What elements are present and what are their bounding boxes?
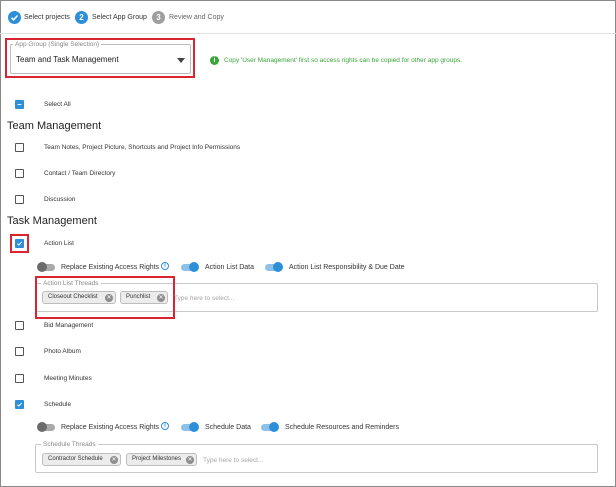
schedule-data-label: Schedule Data — [205, 424, 251, 431]
action-list-label[interactable]: Action List — [44, 239, 74, 248]
chip-project-milestones[interactable]: Project Milestones ✕ — [126, 453, 197, 466]
app-group-value[interactable]: Team and Task Management — [16, 55, 119, 65]
action-list-data-toggle[interactable] — [181, 262, 199, 272]
step-3-number[interactable]: 3 — [152, 11, 165, 24]
bid-management-checkbox[interactable] — [15, 321, 24, 330]
schedule-replace-toggle[interactable] — [37, 422, 55, 432]
contact-directory-checkbox[interactable] — [15, 169, 24, 178]
bid-management-label[interactable]: Bid Management — [44, 321, 93, 330]
photo-album-checkbox[interactable] — [15, 347, 24, 356]
chip-label: Project Milestones — [132, 456, 182, 462]
action-list-data-label: Action List Data — [205, 264, 255, 271]
step-1-label[interactable]: Select projects — [24, 13, 70, 23]
chip-label: Punchlist — [126, 294, 151, 300]
meeting-minutes-checkbox[interactable] — [15, 374, 24, 383]
chip-punchlist[interactable]: Punchlist ✕ — [120, 291, 168, 304]
action-list-responsibility-toggle[interactable] — [265, 262, 283, 272]
schedule-replace-label: Replace Existing Access Rights — [61, 424, 160, 431]
step-2-label[interactable]: Select App Group — [92, 13, 147, 23]
chip-remove-icon[interactable]: ✕ — [186, 456, 194, 464]
chip-closeout-checklist[interactable]: Closeout Checklist ✕ — [42, 291, 116, 304]
task-management-heading: Task Management — [7, 215, 97, 227]
stepper-divider — [0, 33, 616, 34]
action-list-checkbox[interactable] — [15, 239, 24, 248]
info-message: Copy 'User Management' first so access r… — [224, 57, 463, 64]
chip-remove-icon[interactable]: ✕ — [110, 456, 118, 464]
chip-label: Contractor Schedule — [48, 456, 103, 462]
team-notes-label[interactable]: Team Notes, Project Picture, Shortcuts a… — [44, 143, 240, 152]
action-list-replace-toggle[interactable] — [37, 262, 55, 272]
schedule-checkbox[interactable] — [15, 400, 24, 409]
step-2-number[interactable]: 2 — [75, 11, 88, 24]
schedule-data-toggle[interactable] — [181, 422, 199, 432]
schedule-label[interactable]: Schedule — [44, 400, 71, 409]
info-icon: i — [210, 56, 219, 65]
photo-album-label[interactable]: Photo Album — [44, 347, 81, 356]
select-all-label[interactable]: Select All — [44, 100, 71, 109]
schedule-resources-toggle[interactable] — [261, 422, 279, 432]
chip-remove-icon[interactable]: ✕ — [105, 294, 113, 302]
contact-directory-label[interactable]: Contact / Team Directory — [44, 169, 115, 178]
chip-label: Closeout Checklist — [48, 294, 98, 300]
schedule-threads-input[interactable]: Type here to select... — [203, 456, 263, 465]
schedule-threads-legend: Schedule Threads — [41, 441, 98, 449]
action-list-replace-label: Replace Existing Access Rights — [61, 264, 160, 271]
step-completed-check-icon[interactable] — [8, 11, 21, 24]
chevron-down-icon[interactable] — [177, 58, 185, 64]
select-all-checkbox[interactable] — [15, 100, 24, 109]
action-list-threads-legend: Action List Threads — [41, 280, 101, 288]
info-icon[interactable]: i — [161, 422, 169, 430]
chip-remove-icon[interactable]: ✕ — [157, 294, 165, 302]
action-list-responsibility-label: Action List Responsibility & Due Date — [289, 264, 405, 271]
schedule-resources-label: Schedule Resources and Reminders — [285, 424, 400, 431]
meeting-minutes-label[interactable]: Meeting Minutes — [44, 374, 92, 383]
app-group-legend: App Group (Single Selection) — [13, 41, 102, 49]
team-management-heading: Team Management — [7, 120, 102, 132]
chip-contractor-schedule[interactable]: Contractor Schedule ✕ — [42, 453, 121, 466]
info-icon[interactable]: i — [161, 262, 169, 270]
step-3-label[interactable]: Review and Copy — [169, 13, 224, 23]
action-list-threads-input[interactable]: Type here to select... — [174, 294, 234, 303]
discussion-checkbox[interactable] — [15, 195, 24, 204]
discussion-label[interactable]: Discussion — [44, 195, 75, 204]
team-notes-checkbox[interactable] — [15, 143, 24, 152]
